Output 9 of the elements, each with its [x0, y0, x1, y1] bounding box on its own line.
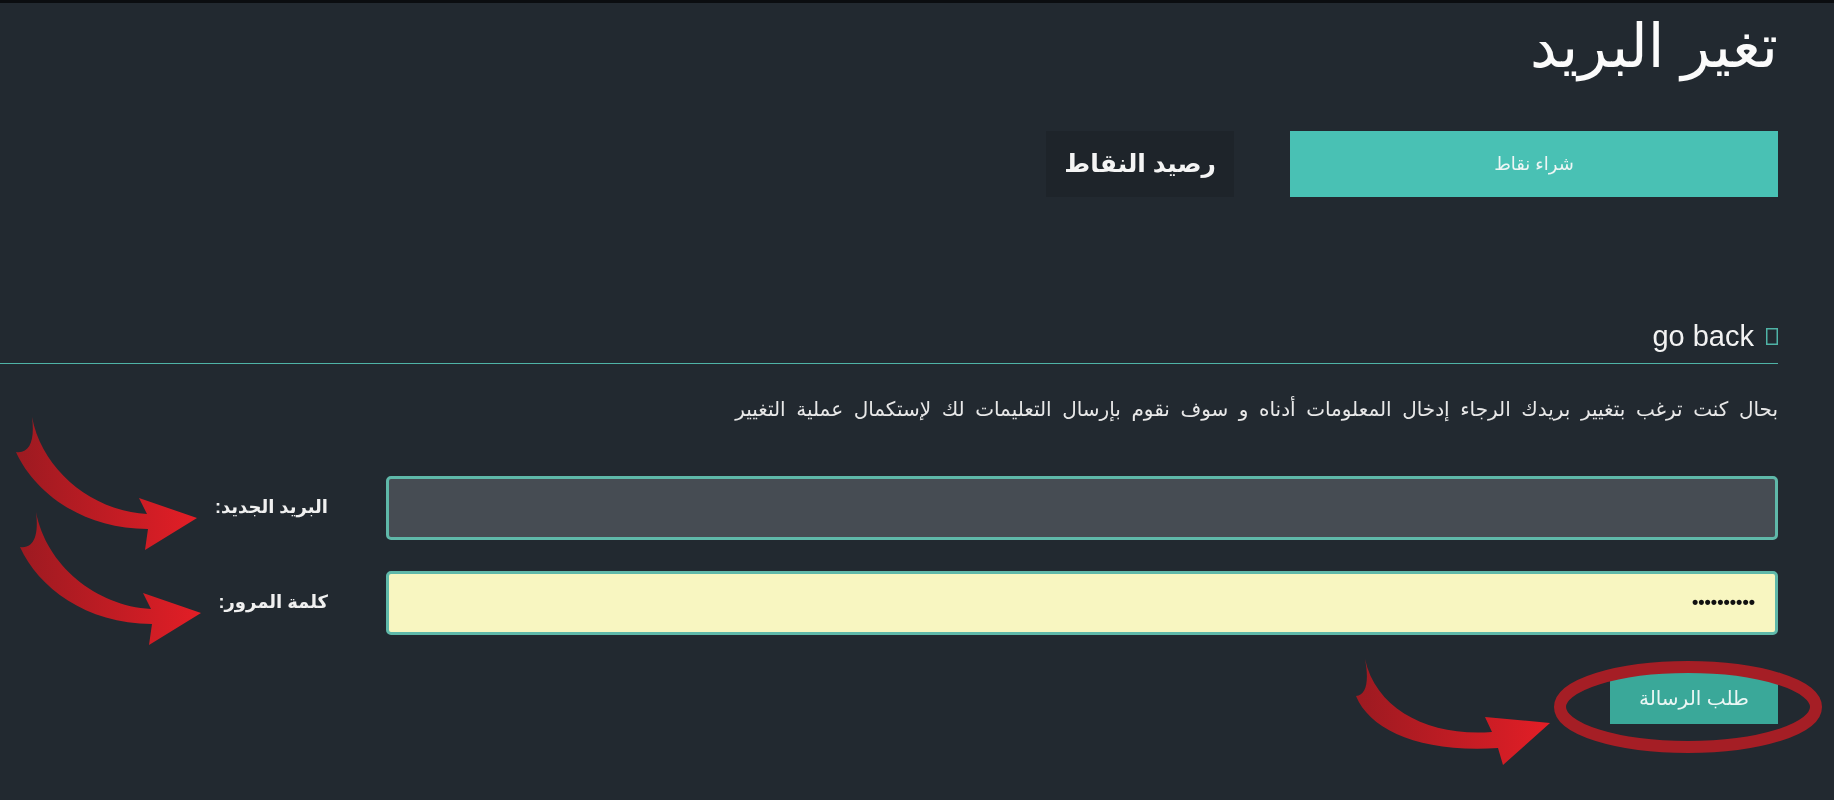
instructions-text: بحال كنت ترغب بتغيير بريدك الرجاء إدخال المعلومات أدناه و سوف نقوم بإرسال التعليمات لك لإستكمال عملية التغيير — [735, 395, 1778, 423]
field-label: كلمة المرور: — [218, 591, 328, 615]
page-title: تغير البريد — [1530, 12, 1778, 83]
square-icon — [1766, 328, 1778, 346]
field-label: البريد الجديد: — [214, 496, 328, 520]
input-field[interactable] — [386, 475, 1778, 540]
go-back-link[interactable]: go back — [1652, 315, 1778, 359]
points-balance: رصيد النقاط — [1046, 131, 1234, 197]
input-field[interactable]: •••••••••• — [386, 570, 1778, 635]
